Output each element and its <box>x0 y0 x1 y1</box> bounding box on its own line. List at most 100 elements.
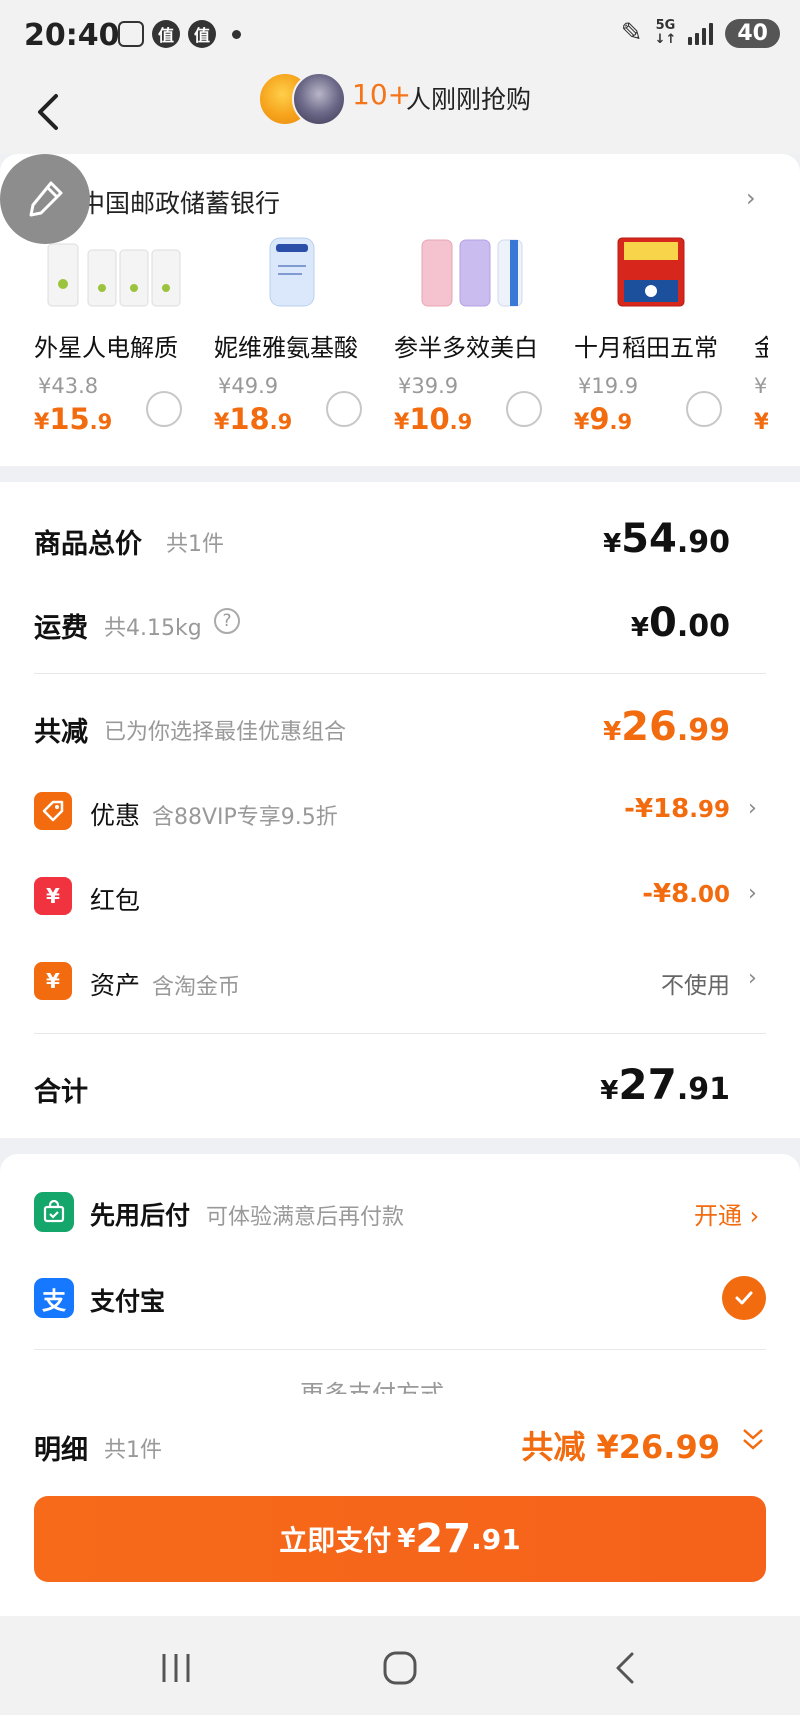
goods-total-value: ¥54.90 <box>603 516 730 562</box>
divider <box>34 673 766 674</box>
status-system-icons: ✎ 5G ↓↑ 40 <box>621 18 780 48</box>
shipping-label: 运费 <box>34 613 88 644</box>
product-original-price: ¥39.9 <box>398 374 459 398</box>
screenshot-icon <box>118 21 144 47</box>
product-name: 妮维雅氨基酸 <box>214 334 358 362</box>
red-envelope-icon: ¥ <box>34 877 72 915</box>
goods-total-label: 商品总价 <box>34 529 142 560</box>
pen-off-icon: ✎ <box>620 18 643 48</box>
asset-coin-icon: ¥ <box>34 962 72 1000</box>
battery-icon: 40 <box>725 18 780 48</box>
zhi-app-icon: 值 <box>188 20 216 48</box>
zhi-app-icon: 值 <box>152 20 180 48</box>
product-image <box>269 237 315 307</box>
divider <box>34 1033 766 1034</box>
product-card[interactable]: 金 ¥ ¥ <box>754 236 768 436</box>
product-name: 金 <box>754 334 768 362</box>
product-image <box>47 243 181 307</box>
product-image <box>617 237 685 307</box>
product-image <box>421 239 523 307</box>
product-price: ¥9.9 <box>574 402 633 436</box>
back-button[interactable] <box>26 82 70 142</box>
grand-total-value: ¥27.91 <box>600 1060 730 1109</box>
product-card[interactable]: 十月稻田五常 ¥19.9 ¥9.9 <box>574 236 744 436</box>
product-select-radio[interactable] <box>686 391 722 427</box>
more-notifications-icon <box>232 29 241 39</box>
discount-note: 含88VIP专享9.5折 <box>152 805 338 830</box>
alipay-label[interactable]: 支付宝 <box>90 1282 165 1318</box>
red-envelope-label: 红包 <box>90 886 141 915</box>
pay-later-note: 可体验满意后再付款 <box>206 1205 405 1230</box>
product-card[interactable]: 参半多效美白 ¥39.9 ¥10.9 <box>394 236 564 436</box>
buyer-avatars <box>258 72 348 128</box>
product-card[interactable]: 外星人电解质 ¥43.8 ¥15.9 <box>34 236 204 436</box>
recent-apps-icon <box>162 1654 190 1682</box>
coupon-tag-icon <box>34 792 72 830</box>
product-price: ¥10.9 <box>394 402 473 436</box>
shipping-value: ¥0.00 <box>630 600 730 646</box>
pay-later-icon <box>34 1192 74 1232</box>
total-reduction-value: ¥26.99 <box>603 704 730 750</box>
shipping-weight: 共4.15kg <box>104 616 202 641</box>
product-price: ¥ <box>754 410 768 435</box>
signal-icon <box>688 21 714 45</box>
product-price: ¥15.9 <box>34 402 113 436</box>
detail-count: 共1件 <box>104 1438 162 1463</box>
pen-icon <box>29 181 63 217</box>
buyers-count: 10+ <box>352 78 412 111</box>
double-chevron-down-icon[interactable] <box>740 1424 766 1454</box>
product-original-price: ¥19.9 <box>578 374 639 398</box>
status-bar: 20:40 值 值 ✎ 5G ↓↑ 40 <box>0 0 800 70</box>
grand-total-label: 合计 <box>34 1077 88 1108</box>
discount-value[interactable]: -¥18.99 <box>624 794 730 824</box>
divider <box>34 1349 766 1350</box>
goods-total-count: 共1件 <box>166 532 224 557</box>
detail-label[interactable]: 明细 <box>34 1428 88 1467</box>
total-reduction-note: 已为你选择最佳优惠组合 <box>104 720 347 745</box>
product-card[interactable]: 妮维雅氨基酸 ¥49.9 ¥18.9 <box>214 236 384 436</box>
status-time: 20:40 <box>24 18 120 53</box>
product-original-price: ¥43.8 <box>38 374 99 398</box>
product-select-radio[interactable] <box>146 391 182 427</box>
payment-methods-card <box>0 1154 800 1394</box>
asset-note: 含淘金币 <box>152 975 241 1000</box>
product-select-radio[interactable] <box>506 391 542 427</box>
product-name: 十月稻田五常 <box>574 334 718 362</box>
product-select-radio[interactable] <box>326 391 362 427</box>
recent-apps-button[interactable] <box>146 1646 206 1690</box>
red-envelope-value[interactable]: -¥8.00 <box>642 879 730 909</box>
total-reduction-label: 共减 <box>34 717 88 748</box>
discount-label: 优惠 <box>90 801 141 830</box>
pay-now-button[interactable]: 立即支付 ¥27.91 <box>34 1496 766 1582</box>
asset-label: 资产 <box>90 971 141 1000</box>
home-icon <box>383 1651 417 1685</box>
alipay-selected-check-icon[interactable] <box>722 1276 766 1320</box>
chevron-right-icon[interactable]: › <box>748 796 757 821</box>
product-original-price: ¥ <box>754 374 768 398</box>
system-back-button[interactable] <box>594 1646 654 1690</box>
chevron-right-icon[interactable]: › <box>748 966 757 991</box>
help-icon[interactable]: ? <box>214 608 240 634</box>
chevron-right-icon[interactable]: › <box>748 881 757 906</box>
home-button[interactable] <box>370 1646 430 1690</box>
product-name: 参半多效美白 <box>394 334 538 362</box>
network-type-icon: 5G ↓↑ <box>654 18 677 47</box>
avatar <box>292 72 346 126</box>
pay-later-activate-link[interactable]: 开通 › <box>694 1196 759 1231</box>
buyers-text: 人刚刚抢购 <box>406 85 532 114</box>
back-icon <box>616 1652 634 1684</box>
pay-later-label[interactable]: 先用后付 <box>90 1196 190 1232</box>
bank-name[interactable]: 中国邮政储蓄银行 <box>80 184 280 220</box>
page-header: 10+ 人刚刚抢购 <box>0 70 800 154</box>
chevron-right-icon[interactable]: › <box>746 184 756 212</box>
floating-pen-button[interactable] <box>0 154 90 244</box>
alipay-icon: 支 <box>34 1278 74 1318</box>
product-original-price: ¥49.9 <box>218 374 279 398</box>
system-nav-bar <box>0 1616 800 1715</box>
product-price: ¥18.9 <box>214 402 293 436</box>
product-name: 外星人电解质 <box>34 334 178 362</box>
asset-value[interactable]: 不使用 <box>661 966 730 1000</box>
total-discount-summary[interactable]: 共减 ¥26.99 <box>521 1422 720 1468</box>
status-notification-icons: 值 值 <box>118 20 241 48</box>
more-payment-methods[interactable]: 更多支付方式 ⌄ <box>300 1380 472 1394</box>
